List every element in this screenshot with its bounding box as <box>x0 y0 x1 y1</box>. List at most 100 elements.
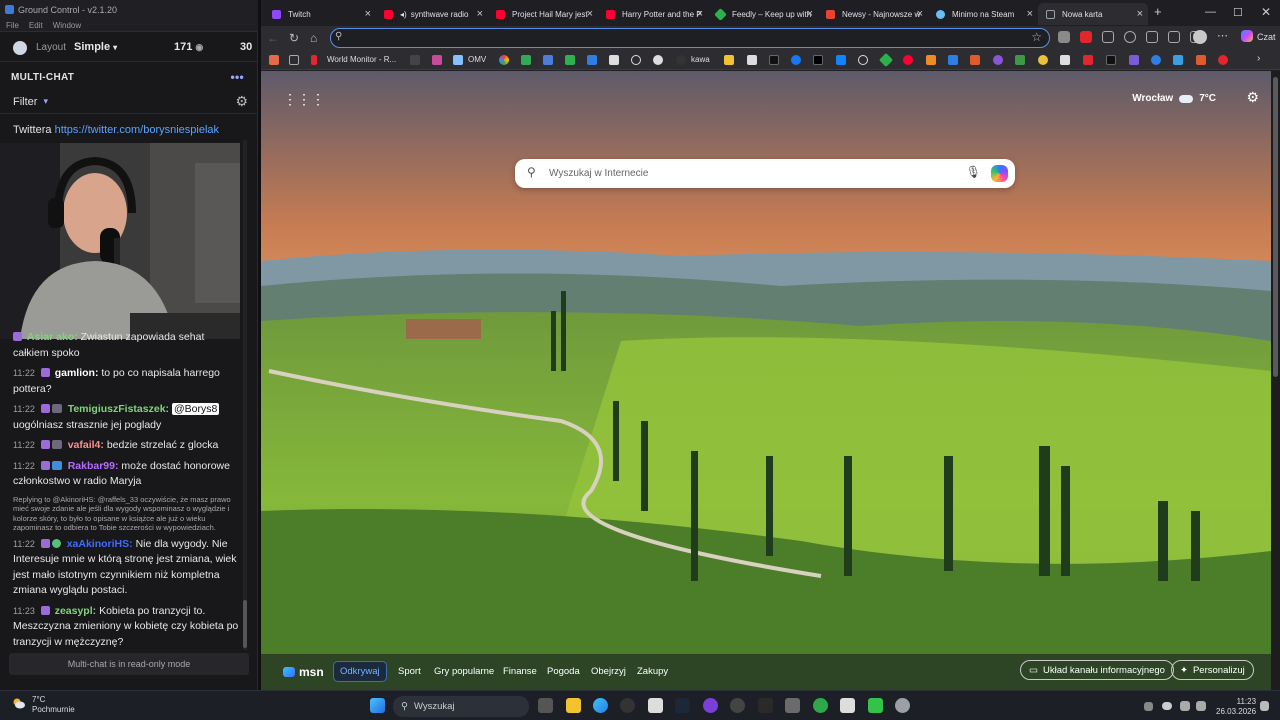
bookmark-icon[interactable] <box>747 55 757 65</box>
app-icon[interactable] <box>620 698 635 713</box>
close-icon[interactable]: × <box>477 8 483 20</box>
network-icon[interactable] <box>1180 701 1190 711</box>
tab-project-hail-mary[interactable]: Project Hail Mary jest × <box>488 3 598 25</box>
split-screen-icon[interactable] <box>1102 31 1114 43</box>
bookmark-icon[interactable] <box>1196 55 1206 65</box>
bluesky-icon[interactable] <box>836 55 846 65</box>
settings-extension-icon[interactable] <box>1124 31 1136 43</box>
apps-grid-icon[interactable]: ⋮⋮⋮ <box>283 91 325 108</box>
menu-edit[interactable]: Edit <box>29 21 43 30</box>
bookmark-icon[interactable] <box>311 55 317 65</box>
page-settings-gear-icon[interactable]: ⚙ <box>1246 89 1259 106</box>
chat-user[interactable]: Asiar ako: <box>27 331 78 343</box>
bookmark-icon[interactable] <box>948 55 958 65</box>
bookmark-world-monitor[interactable]: World Monitor - R... <box>327 55 396 64</box>
chat-user[interactable]: Rakbar99: <box>68 460 119 472</box>
windows-start-icon[interactable] <box>370 698 385 713</box>
menu-file[interactable]: File <box>6 21 19 30</box>
chat-user[interactable]: xaAkinoriHS: <box>67 538 133 550</box>
gear-icon[interactable]: ⚙ <box>235 93 248 110</box>
bookmark-icon[interactable] <box>410 55 420 65</box>
scrollbar-thumb[interactable] <box>1273 77 1278 377</box>
close-icon[interactable]: × <box>807 8 813 20</box>
refresh-icon[interactable]: ↻ <box>289 31 299 45</box>
bookmark-icon[interactable] <box>1015 55 1025 65</box>
menu-window[interactable]: Window <box>53 21 81 30</box>
facebook-icon[interactable] <box>791 55 801 65</box>
close-icon[interactable]: × <box>587 8 593 20</box>
new-tab-icon[interactable]: + <box>1154 4 1162 19</box>
nav-zakupy[interactable]: Zakupy <box>637 666 668 677</box>
minimize-icon[interactable]: — <box>1205 6 1216 18</box>
xbox-icon[interactable] <box>813 698 828 713</box>
bookmark-icon[interactable] <box>565 55 575 65</box>
scrollbar-thumb[interactable] <box>243 600 247 648</box>
taskbar-search[interactable]: ⚲ Wyszukaj <box>393 696 529 717</box>
bookmark-icon[interactable] <box>1218 55 1228 65</box>
bookmark-icon[interactable] <box>1151 55 1161 65</box>
nav-sport[interactable]: Sport <box>398 666 421 677</box>
web-search-box[interactable]: ⚲ Wyszukaj w Internecie 🎙 <box>515 159 1015 188</box>
extension-icon[interactable] <box>1058 31 1070 43</box>
bookmark-icon[interactable] <box>1060 55 1070 65</box>
layout-select[interactable]: Simple ▾ <box>74 41 117 53</box>
file-explorer-icon[interactable] <box>566 698 581 713</box>
notification-bell-icon[interactable] <box>1260 701 1269 711</box>
close-icon[interactable]: × <box>917 8 923 20</box>
msn-logo[interactable]: msn <box>283 665 324 679</box>
more-menu-icon[interactable]: ⋯ <box>1217 29 1228 42</box>
bookmark-icon[interactable] <box>724 55 734 65</box>
x-icon[interactable] <box>813 55 823 65</box>
nav-odkrywaj[interactable]: Odkrywaj <box>333 661 387 682</box>
bookmark-icon[interactable] <box>1038 55 1048 65</box>
bookmark-icon[interactable] <box>289 55 299 65</box>
chevron-right-icon[interactable]: › <box>1257 53 1260 64</box>
back-icon[interactable]: ← <box>267 31 279 45</box>
tab-twitch[interactable]: Twitch × <box>264 3 376 25</box>
bookmark-icon[interactable] <box>993 55 1003 65</box>
extensions-icon[interactable] <box>1146 31 1158 43</box>
bookmark-icon[interactable] <box>1173 55 1183 65</box>
feed-layout-button[interactable]: ▭ Układ kanału informacyjnego <box>1020 660 1174 680</box>
bookmark-icon[interactable] <box>858 55 868 65</box>
tab-harry-potter[interactable]: Harry Potter and the P × <box>598 3 708 25</box>
bookmark-omv[interactable]: OMV <box>468 55 486 64</box>
close-icon[interactable]: × <box>1137 8 1143 20</box>
app-icon[interactable] <box>868 698 883 713</box>
close-icon[interactable]: × <box>1027 8 1033 20</box>
tab-feedly[interactable]: Feedly – Keep up with × <box>708 3 818 25</box>
bookmark-icon[interactable] <box>676 55 686 65</box>
feedly-icon[interactable] <box>878 52 894 68</box>
user-avatar[interactable] <box>13 41 27 55</box>
favorites-icon[interactable] <box>1168 31 1180 43</box>
chat-user[interactable]: zeasypl: <box>55 605 96 617</box>
close-window-icon[interactable]: ✕ <box>1261 5 1271 19</box>
taskbar-clock[interactable]: 11:23 26.03.2026 <box>1216 697 1256 717</box>
tab-google-news[interactable]: Newsy - Najnowsze w × <box>818 3 928 25</box>
task-view-icon[interactable] <box>538 698 553 713</box>
app-icon[interactable] <box>785 698 800 713</box>
chat-scrollbar[interactable] <box>243 140 247 650</box>
more-options-icon[interactable]: ••• <box>230 70 244 84</box>
maps-icon[interactable] <box>730 698 745 713</box>
tray-chevron-icon[interactable] <box>1144 702 1153 711</box>
onedrive-icon[interactable] <box>1162 702 1172 710</box>
microphone-icon[interactable]: 🎙 <box>966 165 981 179</box>
nav-gry-popularne[interactable]: Gry popularne <box>434 666 494 677</box>
copilot-chat-button[interactable]: Czat <box>1241 30 1276 42</box>
close-icon[interactable]: × <box>365 8 371 20</box>
app-icon[interactable] <box>840 698 855 713</box>
bookmark-icon[interactable] <box>903 55 913 65</box>
profile-avatar[interactable] <box>1193 30 1207 44</box>
tab-synthwave[interactable]: ◂) synthwave radio × <box>376 3 488 25</box>
bookmark-icon[interactable] <box>453 55 463 65</box>
edge-icon[interactable] <box>593 698 608 713</box>
volume-icon[interactable] <box>1196 701 1206 711</box>
app-icon[interactable] <box>895 698 910 713</box>
nav-pogoda[interactable]: Pogoda <box>547 666 580 677</box>
bookmark-icon[interactable] <box>970 55 980 65</box>
nav-obejrzyj[interactable]: Obejrzyj <box>591 666 626 677</box>
close-icon[interactable]: × <box>697 8 703 20</box>
weather-widget[interactable]: Wrocław 7°C <box>1132 93 1216 104</box>
bookmark-icon[interactable] <box>269 55 279 65</box>
